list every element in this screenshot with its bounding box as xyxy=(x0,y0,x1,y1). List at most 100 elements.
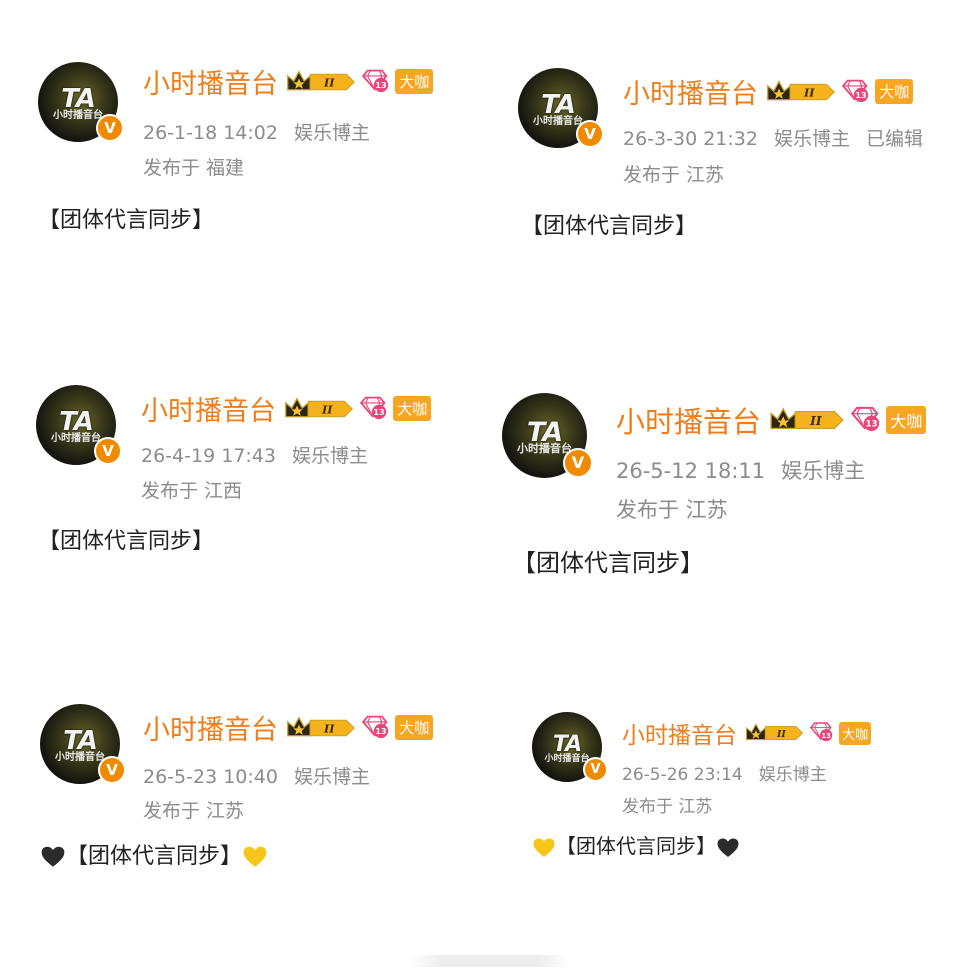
post-content: 【团体代言同步】 xyxy=(38,523,214,555)
svg-text:13: 13 xyxy=(855,91,866,100)
user-role: 娱乐博主 xyxy=(291,445,368,467)
user-role: 娱乐博主 xyxy=(781,459,866,483)
yellow-heart-icon xyxy=(243,846,267,867)
post-text: 【团体代言同步】 xyxy=(556,834,716,858)
post-content: 【团体代言同步】 xyxy=(40,838,268,870)
username[interactable]: 小时播音台 xyxy=(143,708,278,747)
svg-text:II: II xyxy=(809,414,822,428)
crown-badge[interactable]: II xyxy=(766,79,836,105)
post-meta: 26-1-18 14:02 娱乐博主 xyxy=(143,118,370,145)
post-time: 26-4-19 17:43 xyxy=(141,445,276,467)
verified-badge-icon: V xyxy=(583,757,608,782)
post-location: 发布于 福建 xyxy=(143,157,245,179)
post-text: 【团体代言同步】 xyxy=(38,208,215,233)
crown-level-icon: II xyxy=(745,723,804,741)
user-role: 娱乐博主 xyxy=(758,765,827,785)
post-time: 26-5-12 18:11 xyxy=(616,459,766,483)
name-row: 小时播音台 II 13 大咖 xyxy=(623,72,914,111)
post-location: 发布于 江西 xyxy=(141,480,243,502)
svg-text:II: II xyxy=(321,402,333,416)
diamond-level-icon: 13 xyxy=(841,79,869,102)
diamond-badge[interactable]: 13 xyxy=(841,77,869,107)
daka-badge[interactable]: 大咖 xyxy=(393,396,432,421)
verified-badge-icon: V xyxy=(98,756,126,784)
diamond-level-icon: 13 xyxy=(361,715,389,738)
daka-badge[interactable]: 大咖 xyxy=(886,406,927,434)
verified-badge-icon: V xyxy=(94,437,122,465)
user-role: 娱乐博主 xyxy=(293,766,370,788)
daka-badge[interactable]: 大咖 xyxy=(839,721,872,745)
diamond-badge[interactable]: 13 xyxy=(361,67,389,97)
username[interactable]: 小时播音台 xyxy=(622,716,737,750)
post-text: 【团体代言同步】 xyxy=(66,844,243,869)
svg-text:13: 13 xyxy=(375,727,386,736)
post-meta: 26-3-30 21:32 娱乐博主 已编辑 xyxy=(623,124,923,151)
svg-text:13: 13 xyxy=(373,408,384,417)
crown-level-icon: II xyxy=(770,407,844,430)
crown-level-icon: II xyxy=(287,715,356,736)
name-row: 小时播音台 II 13 大咖 xyxy=(143,708,434,747)
scroll-indicator xyxy=(410,955,570,967)
user-role: 娱乐博主 xyxy=(773,128,850,150)
diamond-badge[interactable]: 13 xyxy=(850,404,880,436)
svg-text:13: 13 xyxy=(821,732,831,740)
verified-badge-icon: V xyxy=(576,120,604,148)
crown-badge[interactable]: II xyxy=(286,715,356,741)
svg-text:13: 13 xyxy=(375,81,386,90)
black-heart-icon xyxy=(41,846,65,867)
post-meta: 26-5-23 10:40 娱乐博主 xyxy=(143,762,370,789)
post-time: 26-5-26 23:14 xyxy=(622,765,743,785)
daka-badge[interactable]: 大咖 xyxy=(395,715,434,740)
svg-text:II: II xyxy=(323,75,335,89)
svg-text:II: II xyxy=(803,85,815,99)
diamond-badge[interactable]: 13 xyxy=(359,394,387,424)
crown-level-icon: II xyxy=(767,79,836,100)
post-time: 26-1-18 14:02 xyxy=(143,122,278,144)
username[interactable]: 小时播音台 xyxy=(143,62,278,101)
svg-text:II: II xyxy=(323,721,335,735)
post-meta: 26-5-26 23:14 娱乐博主 xyxy=(622,760,827,785)
svg-text:II: II xyxy=(776,729,786,740)
post-content: 【团体代言同步】 xyxy=(38,202,214,234)
post-content: 【团体代言同步】 xyxy=(532,830,740,860)
post-meta: 26-4-19 17:43 娱乐博主 xyxy=(141,441,368,468)
username[interactable]: 小时播音台 xyxy=(616,399,761,441)
diamond-level-icon: 13 xyxy=(359,396,387,419)
crown-badge[interactable]: II xyxy=(284,396,354,422)
post-location: 发布于 江苏 xyxy=(622,797,713,817)
diamond-badge[interactable]: 13 xyxy=(361,713,389,743)
user-role: 娱乐博主 xyxy=(293,122,370,144)
post-meta: 26-5-12 18:11 娱乐博主 xyxy=(616,455,865,485)
diamond-level-icon: 13 xyxy=(850,406,880,432)
crown-level-icon: II xyxy=(285,396,354,417)
post-time: 26-5-23 10:40 xyxy=(143,766,278,788)
daka-badge[interactable]: 大咖 xyxy=(875,79,914,104)
post-content: 【团体代言同步】 xyxy=(512,543,704,578)
post-location: 发布于 江苏 xyxy=(143,800,245,822)
crown-level-icon: II xyxy=(287,69,356,90)
name-row: 小时播音台 II 13 大咖 xyxy=(141,389,432,428)
name-row: 小时播音台 II 13 大咖 xyxy=(622,716,872,750)
username[interactable]: 小时播音台 xyxy=(141,389,276,428)
diamond-badge[interactable]: 13 xyxy=(809,720,833,746)
username[interactable]: 小时播音台 xyxy=(623,72,758,111)
yellow-heart-icon xyxy=(533,838,555,857)
name-row: 小时播音台 II 13 大咖 xyxy=(143,62,434,101)
post-time: 26-3-30 21:32 xyxy=(623,128,758,150)
black-heart-icon xyxy=(717,838,739,857)
edited-label: 已编辑 xyxy=(865,128,923,150)
post-text: 【团体代言同步】 xyxy=(521,214,698,239)
post-text: 【团体代言同步】 xyxy=(38,529,215,554)
crown-badge[interactable]: II xyxy=(769,406,845,434)
svg-text:13: 13 xyxy=(865,420,877,430)
verified-badge-icon: V xyxy=(96,114,124,142)
diamond-level-icon: 13 xyxy=(361,69,389,92)
post-content: 【团体代言同步】 xyxy=(521,208,697,240)
post-location: 发布于 江苏 xyxy=(616,498,728,522)
daka-badge[interactable]: 大咖 xyxy=(395,69,434,94)
crown-badge[interactable]: II xyxy=(286,69,356,95)
verified-badge-icon: V xyxy=(563,448,593,478)
post-text: 【团体代言同步】 xyxy=(512,549,704,577)
name-row: 小时播音台 II 13 大咖 xyxy=(616,399,927,441)
crown-badge[interactable]: II xyxy=(745,722,804,744)
